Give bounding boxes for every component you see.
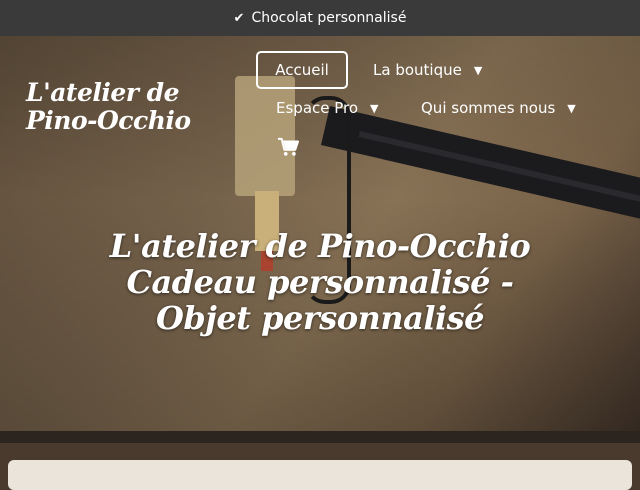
nav-item-la-boutique[interactable]: La boutique ▼	[373, 61, 482, 79]
caret-down-icon: ▼	[370, 101, 379, 115]
caret-down-icon: ▼	[567, 101, 576, 115]
announcement-text: Chocolat personnalisé	[251, 10, 407, 26]
announcement-bar: ✔ Chocolat personnalisé	[0, 0, 640, 36]
nav-item-espace-pro[interactable]: Espace Pro ▼	[276, 99, 379, 117]
content-section	[8, 460, 632, 490]
hero-bottom-edge	[0, 431, 640, 443]
nav-item-label: La boutique	[373, 61, 462, 79]
nav-item-label: Espace Pro	[276, 99, 359, 117]
nav-item-label: Accueil	[275, 61, 329, 79]
caret-down-icon: ▼	[473, 63, 483, 77]
nav-item-label: Qui sommes nous	[421, 99, 556, 117]
nav-item-qui-sommes-nous[interactable]: Qui sommes nous ▼	[421, 99, 576, 117]
laser-head-decoration	[235, 76, 295, 196]
hero-title-line2: Cadeau personnalisé - Objet personnalisé	[126, 263, 514, 337]
hero-title-line1: L'atelier de Pino-Occhio	[109, 227, 531, 265]
hero-title: L'atelier de Pino-Occhio Cadeau personna…	[80, 228, 560, 336]
nav-item-accueil[interactable]: Accueil	[256, 51, 348, 89]
cart-icon[interactable]	[277, 137, 299, 157]
check-icon: ✔	[233, 10, 245, 26]
site-logo[interactable]: L'atelier de Pino-Occhio	[26, 79, 226, 135]
